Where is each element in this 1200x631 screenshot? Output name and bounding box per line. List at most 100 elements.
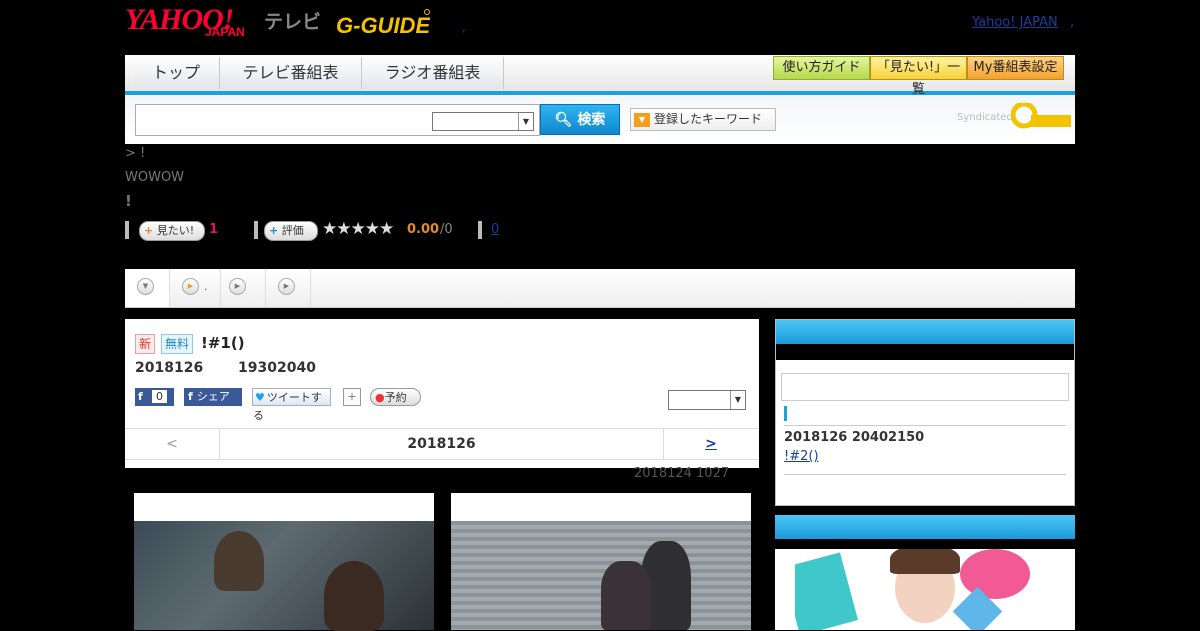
promo-heart xyxy=(960,549,1030,599)
program-heading: ! xyxy=(125,192,132,210)
search-button-label: 検索 xyxy=(577,112,606,128)
broadcast-date: 2018126 xyxy=(135,360,204,376)
play-icon: ▶ xyxy=(278,278,295,295)
next-date-button[interactable]: > xyxy=(663,429,758,459)
yahoo-japan-link[interactable]: Yahoo! JAPAN xyxy=(972,15,1058,30)
divider xyxy=(784,474,1066,475)
rating-stars: ★★★★★ xyxy=(322,219,394,239)
sidebar-search-field[interactable] xyxy=(781,373,1069,401)
calendar-add-icon[interactable]: + xyxy=(343,388,361,406)
divider xyxy=(254,221,258,239)
tv-label[interactable]: テレビ xyxy=(264,7,321,34)
thumbnail-image xyxy=(451,521,751,630)
divider xyxy=(478,221,482,239)
want-button-label: 見たい! xyxy=(156,224,195,237)
current-date-label: 2018126 xyxy=(407,436,476,452)
prev-date-button[interactable]: < xyxy=(125,429,220,459)
detail-select[interactable]: ▼ xyxy=(668,390,746,410)
person-figure xyxy=(601,561,651,630)
rate-button[interactable]: + 評価 xyxy=(264,221,318,241)
rate-button-label: 評価 xyxy=(281,224,304,237)
tab-third[interactable]: ▶ xyxy=(221,269,266,307)
tab-top[interactable]: トップ xyxy=(133,57,220,89)
section-marker xyxy=(784,406,787,421)
next-broadcast-header xyxy=(776,320,1074,344)
promo-image[interactable] xyxy=(795,549,1055,630)
tweet-button[interactable]: ♥ ツイートする xyxy=(252,388,331,422)
person-figure xyxy=(214,531,264,591)
chevron-down-icon: ▼ xyxy=(518,113,533,130)
registered-keyword-button[interactable]: ▼ 登録したキーワード xyxy=(630,108,776,131)
promo-box xyxy=(775,515,1075,630)
channel-name: WOWOW xyxy=(125,170,185,185)
review-count-link[interactable]: 0 xyxy=(491,222,499,237)
want-count: 1 xyxy=(209,222,219,237)
date-navigation: < 2018126 > xyxy=(125,428,759,460)
record-dot-icon: ● xyxy=(375,391,385,404)
divider xyxy=(784,425,1066,426)
next-broadcast-datetime: 2018126 20402150 xyxy=(784,430,925,445)
search-bar: ▼ 🔍︎ 検索 ▼ 登録したキーワード Syndicated xyxy=(125,95,1075,144)
reserve-label: 予約 xyxy=(384,391,407,404)
facebook-icon: f xyxy=(138,390,143,403)
rating-count: /0 xyxy=(440,222,453,237)
new-badge: 新 xyxy=(135,334,156,354)
header-band xyxy=(776,344,1074,360)
play-icon: ▶ xyxy=(229,278,246,295)
free-badge: 無料 xyxy=(161,334,194,354)
facebook-icon: f xyxy=(188,390,193,403)
next-broadcast-box: 2018126 20402150 !#2() xyxy=(775,319,1075,506)
gguide-small-logo xyxy=(1011,103,1071,129)
facebook-like-count: 0 xyxy=(152,390,167,403)
tab-overview[interactable]: ▼ xyxy=(125,269,170,307)
want-button[interactable]: + 見たい! xyxy=(139,221,205,241)
thumbnail-card[interactable] xyxy=(451,493,751,630)
search-icon: 🔍︎ xyxy=(554,112,573,128)
header-separator: , xyxy=(462,20,466,34)
promo-shape xyxy=(795,552,859,630)
program-tabs: ▼ ▶ . ▶ ▶ xyxy=(125,269,1075,308)
tab-radio-schedule[interactable]: ラジオ番組表 xyxy=(362,57,504,89)
chevron-down-icon: ▼ xyxy=(137,278,154,295)
rating-value: 0.00 xyxy=(407,222,440,237)
guide-button[interactable]: 使い方ガイド xyxy=(773,56,870,80)
header-band xyxy=(775,539,1075,549)
promo-header xyxy=(775,515,1075,539)
tab-episodes-label: . xyxy=(204,280,208,293)
tab-fourth[interactable]: ▶ xyxy=(266,269,311,307)
want-list-button[interactable]: 「見たい!」一覧 xyxy=(870,56,967,97)
share-label: シェア xyxy=(196,390,230,403)
plus-icon: + xyxy=(269,224,279,237)
keyword-button-label: 登録したキーワード xyxy=(654,112,763,126)
syndicated-label: Syndicated xyxy=(957,112,1013,123)
broadcast-time: 19302040 xyxy=(238,360,316,376)
next-episode-link[interactable]: !#2() xyxy=(784,449,872,464)
search-genre-select[interactable]: ▼ xyxy=(432,112,534,131)
main-nav: トップ テレビ番組表 ラジオ番組表 使い方ガイド 「見たい!」一覧 My番組表設… xyxy=(125,55,1075,97)
tab-episodes[interactable]: ▶ . xyxy=(170,269,221,307)
twitter-bird-icon: ♥ xyxy=(255,391,265,404)
breadcrumb: > ! xyxy=(125,146,146,161)
person-figure xyxy=(324,561,384,631)
tab-tv-schedule[interactable]: テレビ番組表 xyxy=(220,57,362,89)
chevron-down-icon: ▼ xyxy=(730,391,745,409)
person-hair xyxy=(890,549,960,574)
thumbnail-image xyxy=(134,521,434,631)
gguide-logo-text: G-GUIDE xyxy=(336,13,430,38)
gguide-logo[interactable]: G-GUIDE xyxy=(334,6,430,40)
plus-icon: + xyxy=(144,224,154,237)
triangle-down-icon: ▼ xyxy=(634,112,650,127)
japan-logo-text: JAPAN xyxy=(205,25,245,39)
my-schedule-button[interactable]: My番組表設定 xyxy=(967,56,1064,80)
facebook-share-button[interactable]: f シェア xyxy=(184,388,242,406)
header-link-separator: , xyxy=(1070,15,1075,30)
program-title: !#1() xyxy=(201,334,245,352)
search-button[interactable]: 🔍︎ 検索 xyxy=(540,104,620,135)
facebook-like-button[interactable]: f0 xyxy=(135,388,174,406)
updated-timestamp: 2018124 1027 xyxy=(634,466,730,481)
program-detail: 新 無料 !#1() 2018126 19302040 f0 f シェア ♥ ツイー… xyxy=(125,319,759,468)
play-icon: ▶ xyxy=(182,278,199,295)
thumbnail-card[interactable] xyxy=(134,493,434,631)
divider xyxy=(125,221,129,239)
reserve-button[interactable]: ●予約 xyxy=(370,388,421,406)
